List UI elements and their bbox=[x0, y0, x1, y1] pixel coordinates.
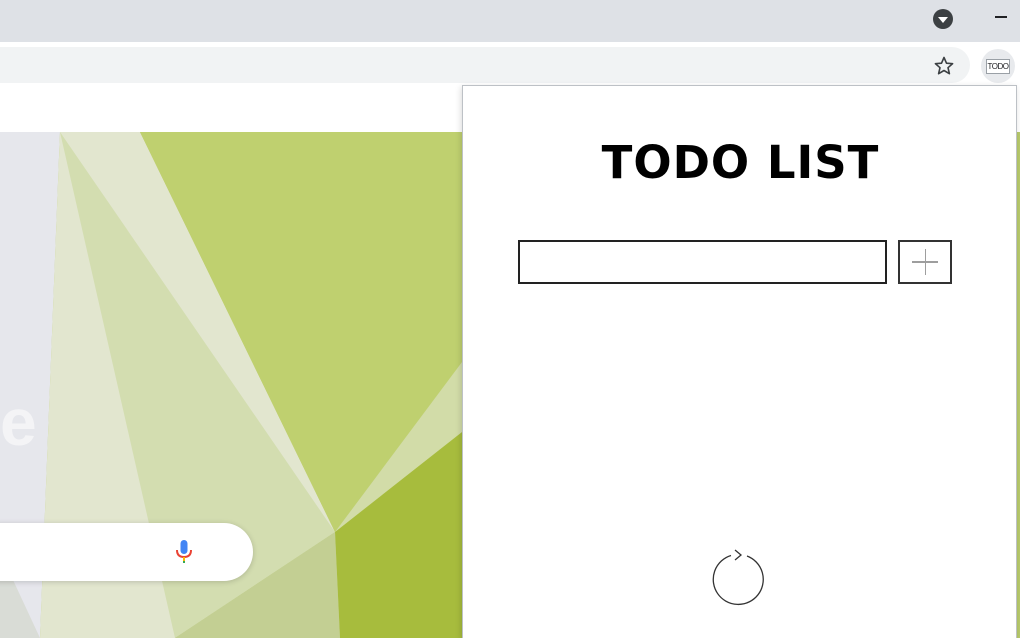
tab-search-button[interactable] bbox=[933, 9, 953, 29]
browser-toolbar: TODO bbox=[0, 42, 1020, 85]
star-icon bbox=[934, 56, 954, 75]
refresh-button[interactable] bbox=[710, 545, 768, 607]
todo-input[interactable] bbox=[518, 240, 887, 284]
todo-extension-button[interactable]: TODO bbox=[981, 49, 1015, 83]
chevron-down-icon bbox=[938, 17, 948, 23]
popup-title: TODO LIST bbox=[601, 136, 880, 189]
add-todo-button[interactable] bbox=[898, 240, 952, 284]
tab-strip bbox=[0, 0, 1020, 42]
minimize-icon bbox=[995, 16, 1007, 18]
refresh-icon bbox=[712, 549, 764, 606]
google-logo-fragment: e bbox=[0, 385, 37, 459]
todo-extension-icon: TODO bbox=[985, 58, 1011, 74]
bookmark-button[interactable] bbox=[932, 54, 956, 78]
microphone-icon[interactable] bbox=[174, 539, 194, 565]
minimize-button[interactable] bbox=[990, 8, 1012, 28]
address-bar[interactable] bbox=[0, 47, 970, 83]
todo-popup: TODO LIST bbox=[462, 85, 1017, 638]
search-box[interactable] bbox=[0, 523, 253, 581]
